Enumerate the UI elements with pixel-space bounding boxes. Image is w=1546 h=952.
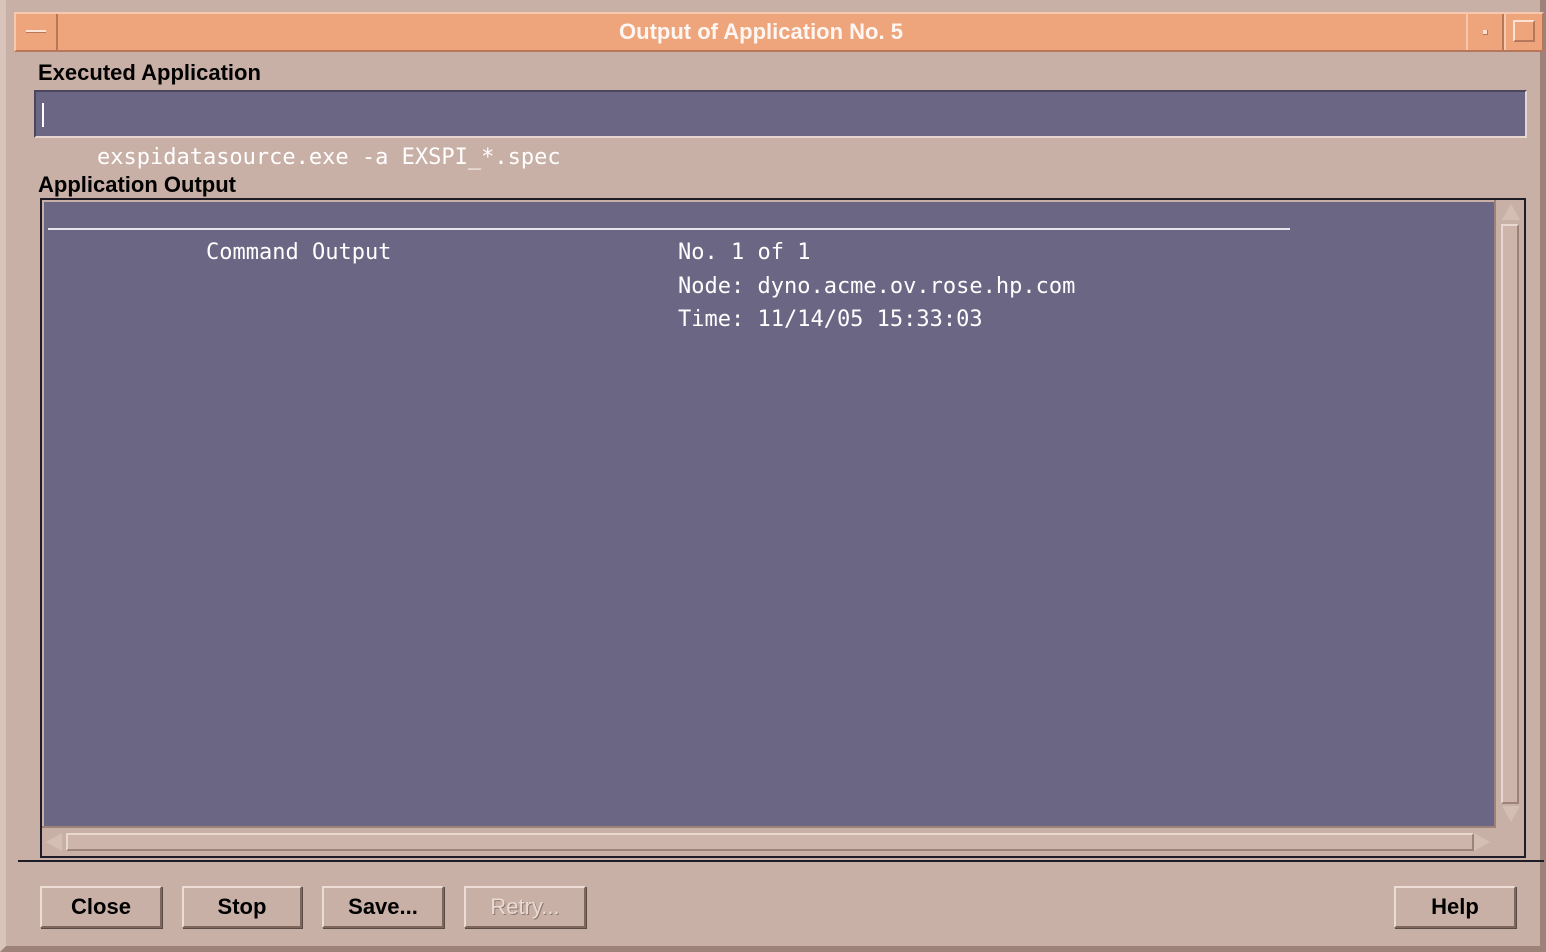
maximize-button[interactable] xyxy=(1504,14,1542,50)
stop-button[interactable]: Stop xyxy=(182,886,302,928)
output-line-time: Time: 11/14/05 15:33:03 xyxy=(678,307,983,332)
scroll-right-arrow-icon[interactable] xyxy=(1474,833,1490,851)
output-header-left: Command Output xyxy=(206,240,392,265)
output-line-node: Node: dyno.acme.ov.rose.hp.com xyxy=(678,274,1076,299)
application-output-window: Output of Application No. 5 Executed App… xyxy=(0,0,1546,952)
executed-application-label: Executed Application xyxy=(38,60,261,85)
scroll-up-arrow-icon[interactable] xyxy=(1502,204,1520,220)
minimize-icon xyxy=(1483,30,1488,35)
vertical-scrollbar[interactable] xyxy=(1494,200,1524,828)
application-output-label: Application Output xyxy=(38,172,236,197)
executed-command-text: exspidatasource.exe -a EXSPI_*.spec xyxy=(96,145,561,170)
minimize-button[interactable] xyxy=(1466,14,1504,50)
executed-command-field[interactable]: exspidatasource.exe -a EXSPI_*.spec xyxy=(34,90,1527,170)
scroll-left-arrow-icon[interactable] xyxy=(46,833,62,851)
window-menu-button[interactable] xyxy=(16,14,58,50)
title-bar[interactable]: Output of Application No. 5 xyxy=(14,12,1544,52)
horizontal-scrollbar[interactable] xyxy=(42,826,1496,856)
application-output-frame: Command Output No. 1 of 1 Node: dyno.acm… xyxy=(40,198,1526,858)
retry-button[interactable]: Retry... xyxy=(464,886,586,928)
application-output-text-area[interactable]: Command Output No. 1 of 1 Node: dyno.acm… xyxy=(44,202,1496,826)
maximize-icon xyxy=(1513,20,1535,42)
text-cursor xyxy=(42,103,44,127)
output-separator-line xyxy=(48,228,1290,230)
button-bar-separator xyxy=(18,860,1544,862)
save-button[interactable]: Save... xyxy=(322,886,444,928)
output-line-count: No. 1 of 1 xyxy=(678,240,811,265)
help-button[interactable]: Help xyxy=(1394,886,1516,928)
window-title: Output of Application No. 5 xyxy=(619,19,903,44)
close-button[interactable]: Close xyxy=(40,886,162,928)
horizontal-scroll-thumb[interactable] xyxy=(66,833,1474,851)
scroll-down-arrow-icon[interactable] xyxy=(1502,806,1520,822)
vertical-scroll-thumb[interactable] xyxy=(1501,224,1519,804)
window-menu-icon xyxy=(26,30,46,33)
